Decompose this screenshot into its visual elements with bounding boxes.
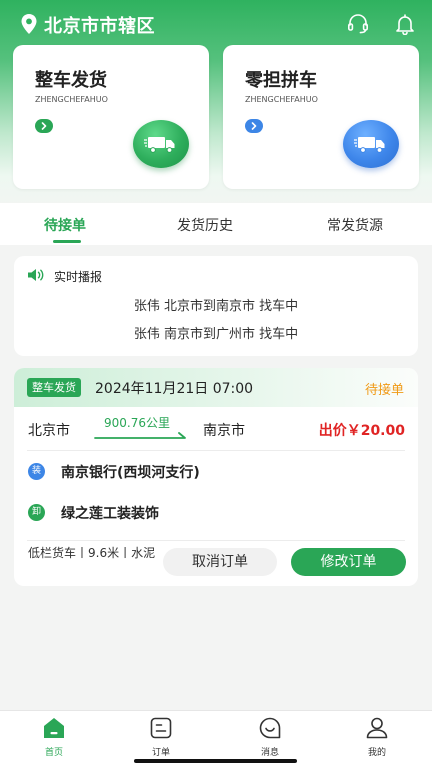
- chevron-right-icon[interactable]: [245, 119, 263, 133]
- service-title: 零担拼车: [245, 70, 317, 91]
- speaker-icon: [28, 269, 44, 281]
- live-broadcast-panel: 实时播报 张伟 北京市到南京市 找车中 张伟 南京市到广州市 找车中: [14, 256, 418, 356]
- broadcast-item: 张伟 北京市到南京市 找车中: [133, 299, 299, 314]
- tab-history[interactable]: 发货历史: [177, 215, 233, 235]
- route-distance: 900.76公里: [104, 416, 170, 430]
- service-title: 整车发货: [35, 70, 107, 91]
- message-icon: [259, 717, 281, 739]
- top-bar: 北京市市辖区: [0, 0, 432, 48]
- user-icon: [366, 717, 388, 739]
- nav-messages[interactable]: 消息: [240, 716, 300, 760]
- order-icon: [150, 717, 172, 739]
- truck-icon: [133, 120, 189, 168]
- broadcast-item: 张伟 南京市到广州市 找车中: [133, 327, 299, 342]
- service-subtitle: ZHENGCHEFAHUO: [35, 95, 108, 104]
- bell-icon[interactable]: [394, 13, 416, 35]
- edit-order-button[interactable]: 修改订单: [291, 548, 406, 576]
- tab-frequent-sources[interactable]: 常发货源: [327, 215, 383, 235]
- nav-orders[interactable]: 订单: [131, 716, 191, 760]
- home-indicator: [134, 759, 297, 763]
- chevron-right-icon[interactable]: [35, 119, 53, 133]
- load-address: 南京银行(西坝河支行): [61, 465, 200, 481]
- order-status: 待接单: [364, 383, 404, 398]
- home-icon: [44, 718, 64, 738]
- order-card[interactable]: 整车发货 2024年11月21日 07:00 待接单 北京市 900.76公里 …: [14, 368, 418, 586]
- order-datetime: 2024年11月21日 07:00: [95, 381, 254, 397]
- divider: [27, 450, 405, 451]
- divider: [27, 540, 405, 541]
- service-card-whole-truck[interactable]: 整车发货 ZHENGCHEFAHUO: [13, 45, 209, 189]
- truck-icon: [343, 120, 399, 168]
- location-pin-icon[interactable]: [20, 13, 38, 35]
- service-card-ltl-carpool[interactable]: 零担拼车 ZHENGCHEFAHUO: [223, 45, 419, 189]
- order-tabs: 待接单 发货历史 常发货源: [0, 203, 432, 245]
- unload-badge: 卸: [28, 504, 45, 521]
- destination-city: 南京市: [203, 423, 245, 439]
- nav-label: 消息: [260, 748, 279, 758]
- headset-icon[interactable]: [347, 14, 369, 34]
- nav-label: 订单: [151, 748, 170, 758]
- nav-home[interactable]: 首页: [24, 716, 84, 760]
- unload-address: 绿之莲工装装饰: [61, 506, 159, 522]
- tab-active-indicator: [53, 240, 81, 243]
- cargo-info: 低栏货车丨9.6米丨水泥: [28, 546, 156, 560]
- load-badge: 装: [28, 463, 45, 480]
- origin-city: 北京市: [28, 423, 70, 439]
- nav-profile[interactable]: 我的: [347, 716, 407, 760]
- cancel-order-button[interactable]: 取消订单: [163, 548, 277, 576]
- nav-label: 我的: [367, 748, 386, 758]
- service-subtitle: ZHENGCHEFAHUO: [245, 95, 318, 104]
- city-selector[interactable]: 北京市市辖区: [44, 12, 155, 38]
- order-type-badge: 整车发货: [27, 378, 81, 397]
- nav-label: 首页: [44, 748, 63, 758]
- broadcast-title: 实时播报: [54, 270, 103, 284]
- tab-pending[interactable]: 待接单: [44, 215, 86, 235]
- order-card-header: 整车发货 2024年11月21日 07:00 待接单: [14, 368, 418, 407]
- offer-price: 出价￥20.00: [318, 423, 405, 439]
- route-arrow-icon: [94, 432, 186, 439]
